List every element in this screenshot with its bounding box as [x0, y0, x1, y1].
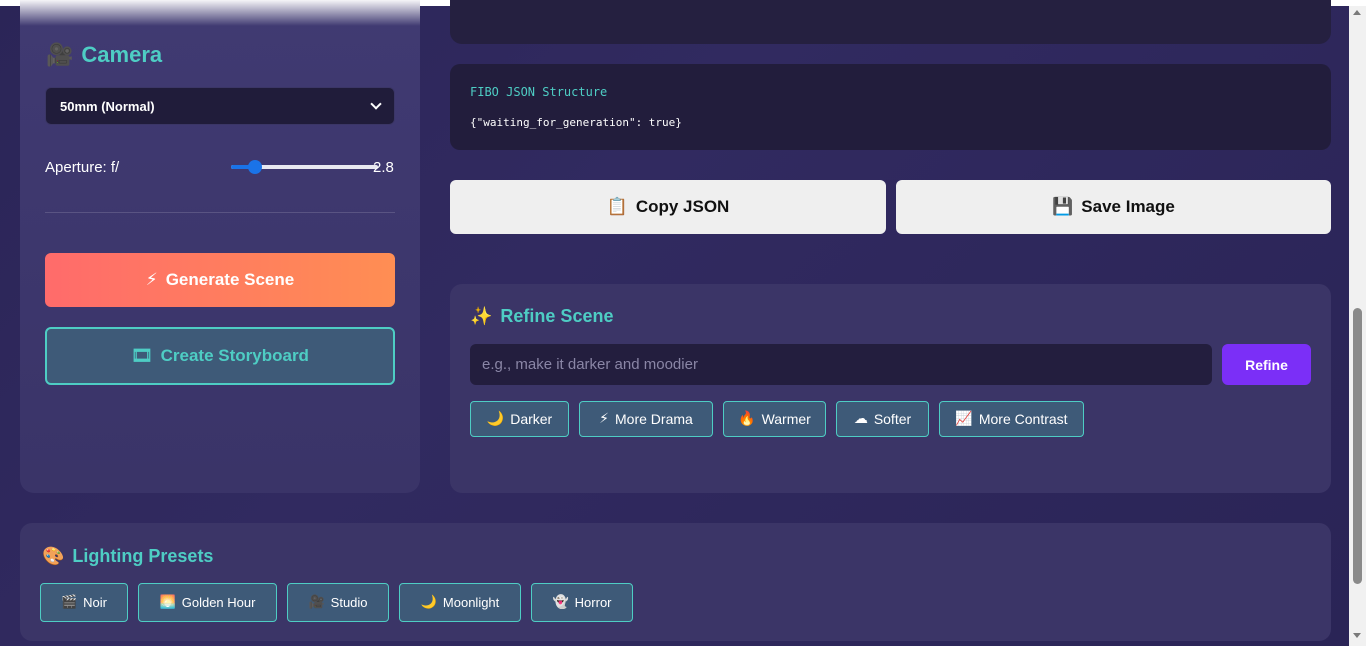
clipboard-icon: 📋: [606, 197, 628, 217]
cloud-icon: ☁: [853, 411, 868, 427]
controls-panel: 🎥 Camera 50mm (Normal) Aperture: f/ 2.8 …: [20, 0, 420, 493]
sparkles-icon: ✨: [470, 306, 493, 327]
save-image-label: Save Image: [1081, 197, 1175, 216]
scroll-up-arrow-icon[interactable]: [1353, 10, 1361, 15]
preset-label: Noir: [83, 595, 108, 610]
fire-icon: 🔥: [738, 411, 756, 427]
scroll-down-arrow-icon[interactable]: [1353, 633, 1361, 638]
divider: [45, 212, 395, 213]
chip-label: More Drama: [615, 411, 693, 427]
chip-label: Darker: [510, 411, 553, 427]
palette-icon: 🎨: [42, 546, 65, 567]
refine-title-label: Refine Scene: [500, 306, 614, 326]
refine-input[interactable]: e.g., make it darker and moodier: [470, 344, 1212, 385]
lighting-presets-panel: 🎨 Lighting Presets 🎬 Noir 🌅 Golden Hour …: [20, 523, 1331, 641]
sunrise-icon: 🌅: [159, 595, 176, 610]
lightning-icon: ⚡: [599, 411, 610, 427]
floppy-disk-icon: 💾: [1052, 197, 1074, 217]
page-scrollbar[interactable]: [1349, 6, 1366, 646]
ghost-icon: 👻: [552, 595, 569, 610]
preset-noir[interactable]: 🎬 Noir: [40, 583, 128, 622]
refine-section-title: ✨ Refine Scene: [470, 306, 613, 327]
scroll-fade: [20, 0, 420, 26]
create-storyboard-button[interactable]: 🎞 Create Storyboard: [45, 327, 395, 385]
json-panel-body: {"waiting_for_generation": true}: [470, 116, 682, 129]
chip-more-drama[interactable]: ⚡ More Drama: [579, 401, 713, 437]
chip-label: Softer: [873, 411, 912, 427]
generate-scene-button[interactable]: ⚡ Generate Scene: [45, 253, 395, 307]
image-preview-card: [450, 0, 1331, 44]
preset-label: Golden Hour: [181, 595, 256, 610]
preset-moonlight[interactable]: 🌙 Moonlight: [399, 583, 521, 622]
lightning-icon: ⚡: [145, 270, 158, 290]
lighting-section-title: 🎨 Lighting Presets: [42, 546, 213, 567]
preset-studio[interactable]: 🎥 Studio: [287, 583, 389, 622]
chip-label: Warmer: [761, 411, 811, 427]
clapperboard-icon: 🎬: [60, 595, 78, 610]
film-frames-icon: 🎞: [131, 346, 153, 366]
chip-label: More Contrast: [978, 411, 1068, 427]
moon-icon: 🌙: [486, 411, 505, 427]
aperture-value: 2.8: [373, 159, 394, 176]
generate-scene-label: Generate Scene: [165, 270, 295, 289]
chip-more-contrast[interactable]: 📈 More Contrast: [939, 401, 1084, 437]
chip-warmer[interactable]: 🔥 Warmer: [723, 401, 826, 437]
preset-label: Studio: [330, 595, 368, 610]
chevron-down-icon: [370, 98, 382, 110]
aperture-label: Aperture: f/: [45, 159, 120, 176]
aperture-slider[interactable]: [231, 160, 378, 174]
json-panel-title: FIBO JSON Structure: [470, 85, 608, 99]
refine-input-placeholder: e.g., make it darker and moodier: [482, 356, 698, 373]
preset-label: Horror: [574, 595, 612, 610]
chip-softer[interactable]: ☁ Softer: [836, 401, 929, 437]
movie-camera-icon: 🎥: [46, 42, 74, 68]
json-structure-panel: FIBO JSON Structure {"waiting_for_genera…: [450, 64, 1331, 150]
lens-select-value: 50mm (Normal): [60, 98, 155, 114]
lighting-title-label: Lighting Presets: [72, 546, 214, 566]
save-image-button[interactable]: 💾 Save Image: [896, 180, 1331, 234]
slider-thumb[interactable]: [248, 160, 263, 174]
lens-select[interactable]: 50mm (Normal): [45, 87, 395, 125]
preset-golden-hour[interactable]: 🌅 Golden Hour: [138, 583, 277, 622]
moon-icon: 🌙: [420, 595, 437, 610]
refine-button[interactable]: Refine: [1222, 344, 1311, 385]
chart-up-icon: 📈: [955, 411, 973, 427]
create-storyboard-label: Create Storyboard: [160, 346, 309, 365]
scrollbar-thumb[interactable]: [1353, 308, 1362, 584]
refine-scene-panel: ✨ Refine Scene e.g., make it darker and …: [450, 284, 1331, 493]
preset-horror[interactable]: 👻 Horror: [531, 583, 633, 622]
camera-section-title: 🎥 Camera: [46, 42, 162, 68]
chip-darker[interactable]: 🌙 Darker: [470, 401, 569, 437]
copy-json-button[interactable]: 📋 Copy JSON: [450, 180, 886, 234]
movie-camera-icon: 🎥: [308, 595, 325, 610]
camera-title-label: Camera: [81, 42, 163, 67]
preset-label: Moonlight: [442, 595, 500, 610]
copy-json-label: Copy JSON: [635, 197, 730, 216]
